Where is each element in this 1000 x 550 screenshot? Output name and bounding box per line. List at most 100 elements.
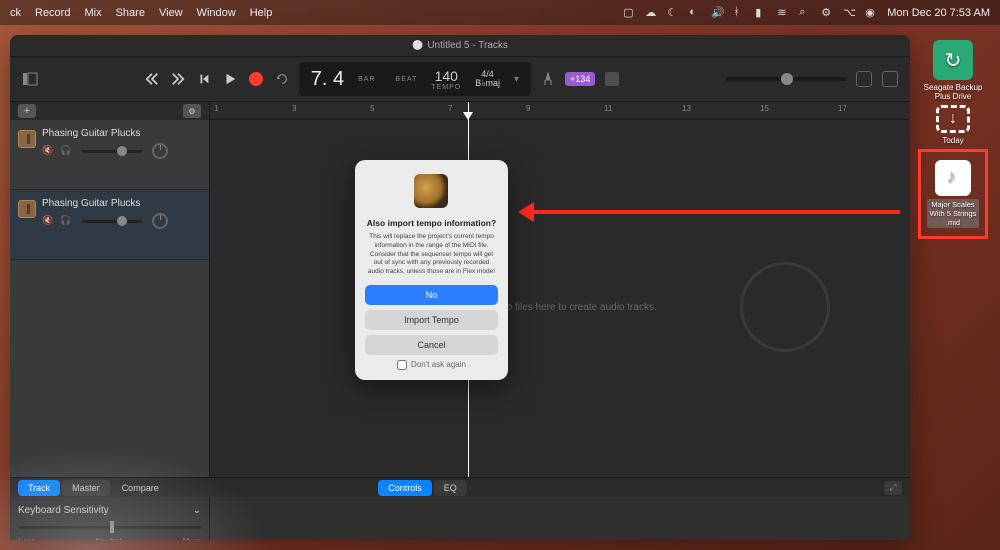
track-volume-slider[interactable] — [82, 220, 142, 223]
library-toggle-icon[interactable] — [22, 71, 38, 87]
menu-mix[interactable]: Mix — [84, 7, 101, 19]
chevron-down-icon[interactable]: ▾ — [514, 74, 519, 85]
label-neutral: Neutral — [96, 537, 122, 540]
sensitivity-header: Keyboard Sensitivity — [18, 505, 109, 516]
pan-knob[interactable] — [152, 213, 168, 229]
label-more: More — [183, 537, 201, 540]
desktop-icons: Seagate Backup Plus Drive Today Major Sc… — [918, 40, 988, 239]
ruler-mark: 1 — [214, 104, 218, 113]
menubar-left: ck Record Mix Share View Window Help — [10, 7, 272, 19]
volume-icon[interactable]: 🔊 — [711, 6, 725, 20]
label-less: Less — [18, 537, 35, 540]
lcd-position: 7. 4 — [311, 68, 344, 91]
window-title: Untitled 5 - Tracks — [427, 40, 508, 51]
notepad-icon[interactable] — [856, 71, 872, 87]
menu-share[interactable]: Share — [116, 7, 145, 19]
tuner-icon[interactable] — [541, 72, 555, 86]
drive-label: Seagate Backup Plus Drive — [918, 83, 988, 101]
keyboard-sensitivity-panel: Keyboard Sensitivity⌄ Less Neutral More … — [10, 497, 210, 540]
app-menu-truncated[interactable]: ck — [10, 7, 21, 19]
track-volume-slider[interactable] — [82, 150, 142, 153]
bluetooth-icon[interactable]: ᚼ — [733, 6, 747, 20]
chevron-down-icon[interactable]: ⌄ — [193, 505, 201, 516]
control-center-icon[interactable]: ⌥ — [843, 6, 857, 20]
garageband-window: ⚪ Untitled 5 - Tracks 7. 4 BAR BEAT 140T… — [10, 35, 910, 540]
count-in-badge[interactable]: +134 — [565, 72, 595, 86]
headphones-icon[interactable]: 🎧 — [60, 215, 74, 227]
desktop-drive-icon[interactable]: Seagate Backup Plus Drive — [918, 40, 988, 101]
track-header[interactable]: Phasing Guitar Plucks 🔇 🎧 — [10, 190, 209, 260]
rewind-button[interactable] — [145, 72, 159, 86]
ruler-mark: 15 — [760, 104, 769, 113]
instrument-icon — [18, 130, 36, 148]
lcd-bar-label: BAR — [358, 76, 375, 83]
loop-browser-icon[interactable] — [882, 71, 898, 87]
cancel-button[interactable]: Cancel — [365, 335, 498, 355]
cycle-button[interactable] — [275, 72, 289, 86]
tab-controls[interactable]: Controls — [378, 480, 432, 496]
track-headers: + ⚙ Phasing Guitar Plucks 🔇 🎧 — [10, 102, 210, 477]
import-tempo-button[interactable]: Import Tempo — [365, 310, 498, 330]
add-track-button[interactable]: + — [18, 104, 36, 118]
ruler-mark: 3 — [292, 104, 296, 113]
display-icon[interactable]: ◐ — [689, 6, 703, 20]
lcd-tempo-label: TEMPO — [431, 84, 461, 91]
pan-knob[interactable] — [152, 143, 168, 159]
headphones-icon[interactable]: 🎧 — [60, 145, 74, 157]
fx-controls: ATTACK DECAY CUTOFF PHASER ECHO REVERB — [210, 497, 910, 540]
lcd-beat-label: BEAT — [396, 76, 418, 83]
stop-button[interactable] — [197, 72, 211, 86]
siri-icon[interactable]: ◉ — [865, 6, 879, 20]
annotation-arrow — [530, 210, 900, 214]
wifi-icon[interactable]: ≋ — [777, 6, 791, 20]
battery-icon[interactable]: ▮ — [755, 6, 769, 20]
play-button[interactable] — [223, 72, 237, 86]
facetime-icon[interactable]: ▢ — [623, 6, 637, 20]
tab-eq[interactable]: EQ — [434, 480, 467, 496]
track-header-settings-icon[interactable]: ⚙ — [183, 104, 201, 118]
mac-menubar: ck Record Mix Share View Window Help ▢ ☁… — [0, 0, 1000, 25]
cloud-icon[interactable]: ☁ — [645, 6, 659, 20]
dialog-title: Also import tempo information? — [365, 218, 498, 228]
menu-view[interactable]: View — [159, 7, 183, 19]
desktop-midi-file[interactable]: Major Scales With 5 Strings .mid — [918, 149, 988, 239]
today-label: Today — [936, 136, 970, 145]
tab-track[interactable]: Track — [18, 480, 60, 496]
timeline[interactable]: 1 3 5 7 9 11 13 15 17 Drag audio files h… — [210, 102, 910, 477]
menu-window[interactable]: Window — [197, 7, 236, 19]
track-header[interactable]: Phasing Guitar Plucks 🔇 🎧 — [10, 120, 209, 190]
tab-compare[interactable]: Compare — [112, 480, 169, 496]
expand-icon[interactable]: ⤢ — [884, 481, 902, 495]
ruler-mark: 9 — [526, 104, 530, 113]
bottom-tabs: Track Master Compare Controls EQ ⤢ — [10, 477, 910, 497]
mute-icon[interactable]: 🔇 — [42, 145, 56, 157]
desktop-today-folder[interactable]: Today — [936, 105, 970, 145]
ruler-mark: 5 — [370, 104, 374, 113]
search-icon[interactable]: ⌕ — [799, 6, 813, 20]
no-button[interactable]: No — [365, 285, 498, 305]
ruler-mark: 11 — [604, 104, 612, 113]
menu-record[interactable]: Record — [35, 7, 70, 19]
lock-icon: ⚪ — [412, 40, 423, 51]
metronome-icon[interactable] — [605, 72, 619, 86]
track-name: Phasing Guitar Plucks — [42, 198, 201, 209]
sensitivity-slider[interactable] — [18, 526, 201, 529]
record-button[interactable] — [249, 72, 263, 86]
lcd-tempo: 140 — [435, 68, 458, 84]
track-name: Phasing Guitar Plucks — [42, 128, 201, 139]
lcd-display[interactable]: 7. 4 BAR BEAT 140TEMPO 4/4B♭maj ▾ — [299, 62, 531, 96]
tab-master[interactable]: Master — [62, 480, 110, 496]
dialog-body: This will replace the project's current … — [365, 233, 498, 277]
ruler-mark: 17 — [838, 104, 847, 113]
ruler-mark: 13 — [682, 104, 691, 113]
forward-button[interactable] — [171, 72, 185, 86]
menubar-clock[interactable]: Mon Dec 20 7:53 AM — [887, 7, 990, 19]
dont-ask-checkbox[interactable]: Don't ask again — [365, 360, 498, 370]
mute-icon[interactable]: 🔇 — [42, 215, 56, 227]
watermark-logo — [740, 262, 830, 352]
dnd-icon[interactable]: ☾ — [667, 6, 681, 20]
master-volume-slider[interactable] — [726, 77, 846, 81]
ruler[interactable]: 1 3 5 7 9 11 13 15 17 — [210, 102, 910, 120]
user-icon[interactable]: ⚙ — [821, 6, 835, 20]
menu-help[interactable]: Help — [250, 7, 273, 19]
